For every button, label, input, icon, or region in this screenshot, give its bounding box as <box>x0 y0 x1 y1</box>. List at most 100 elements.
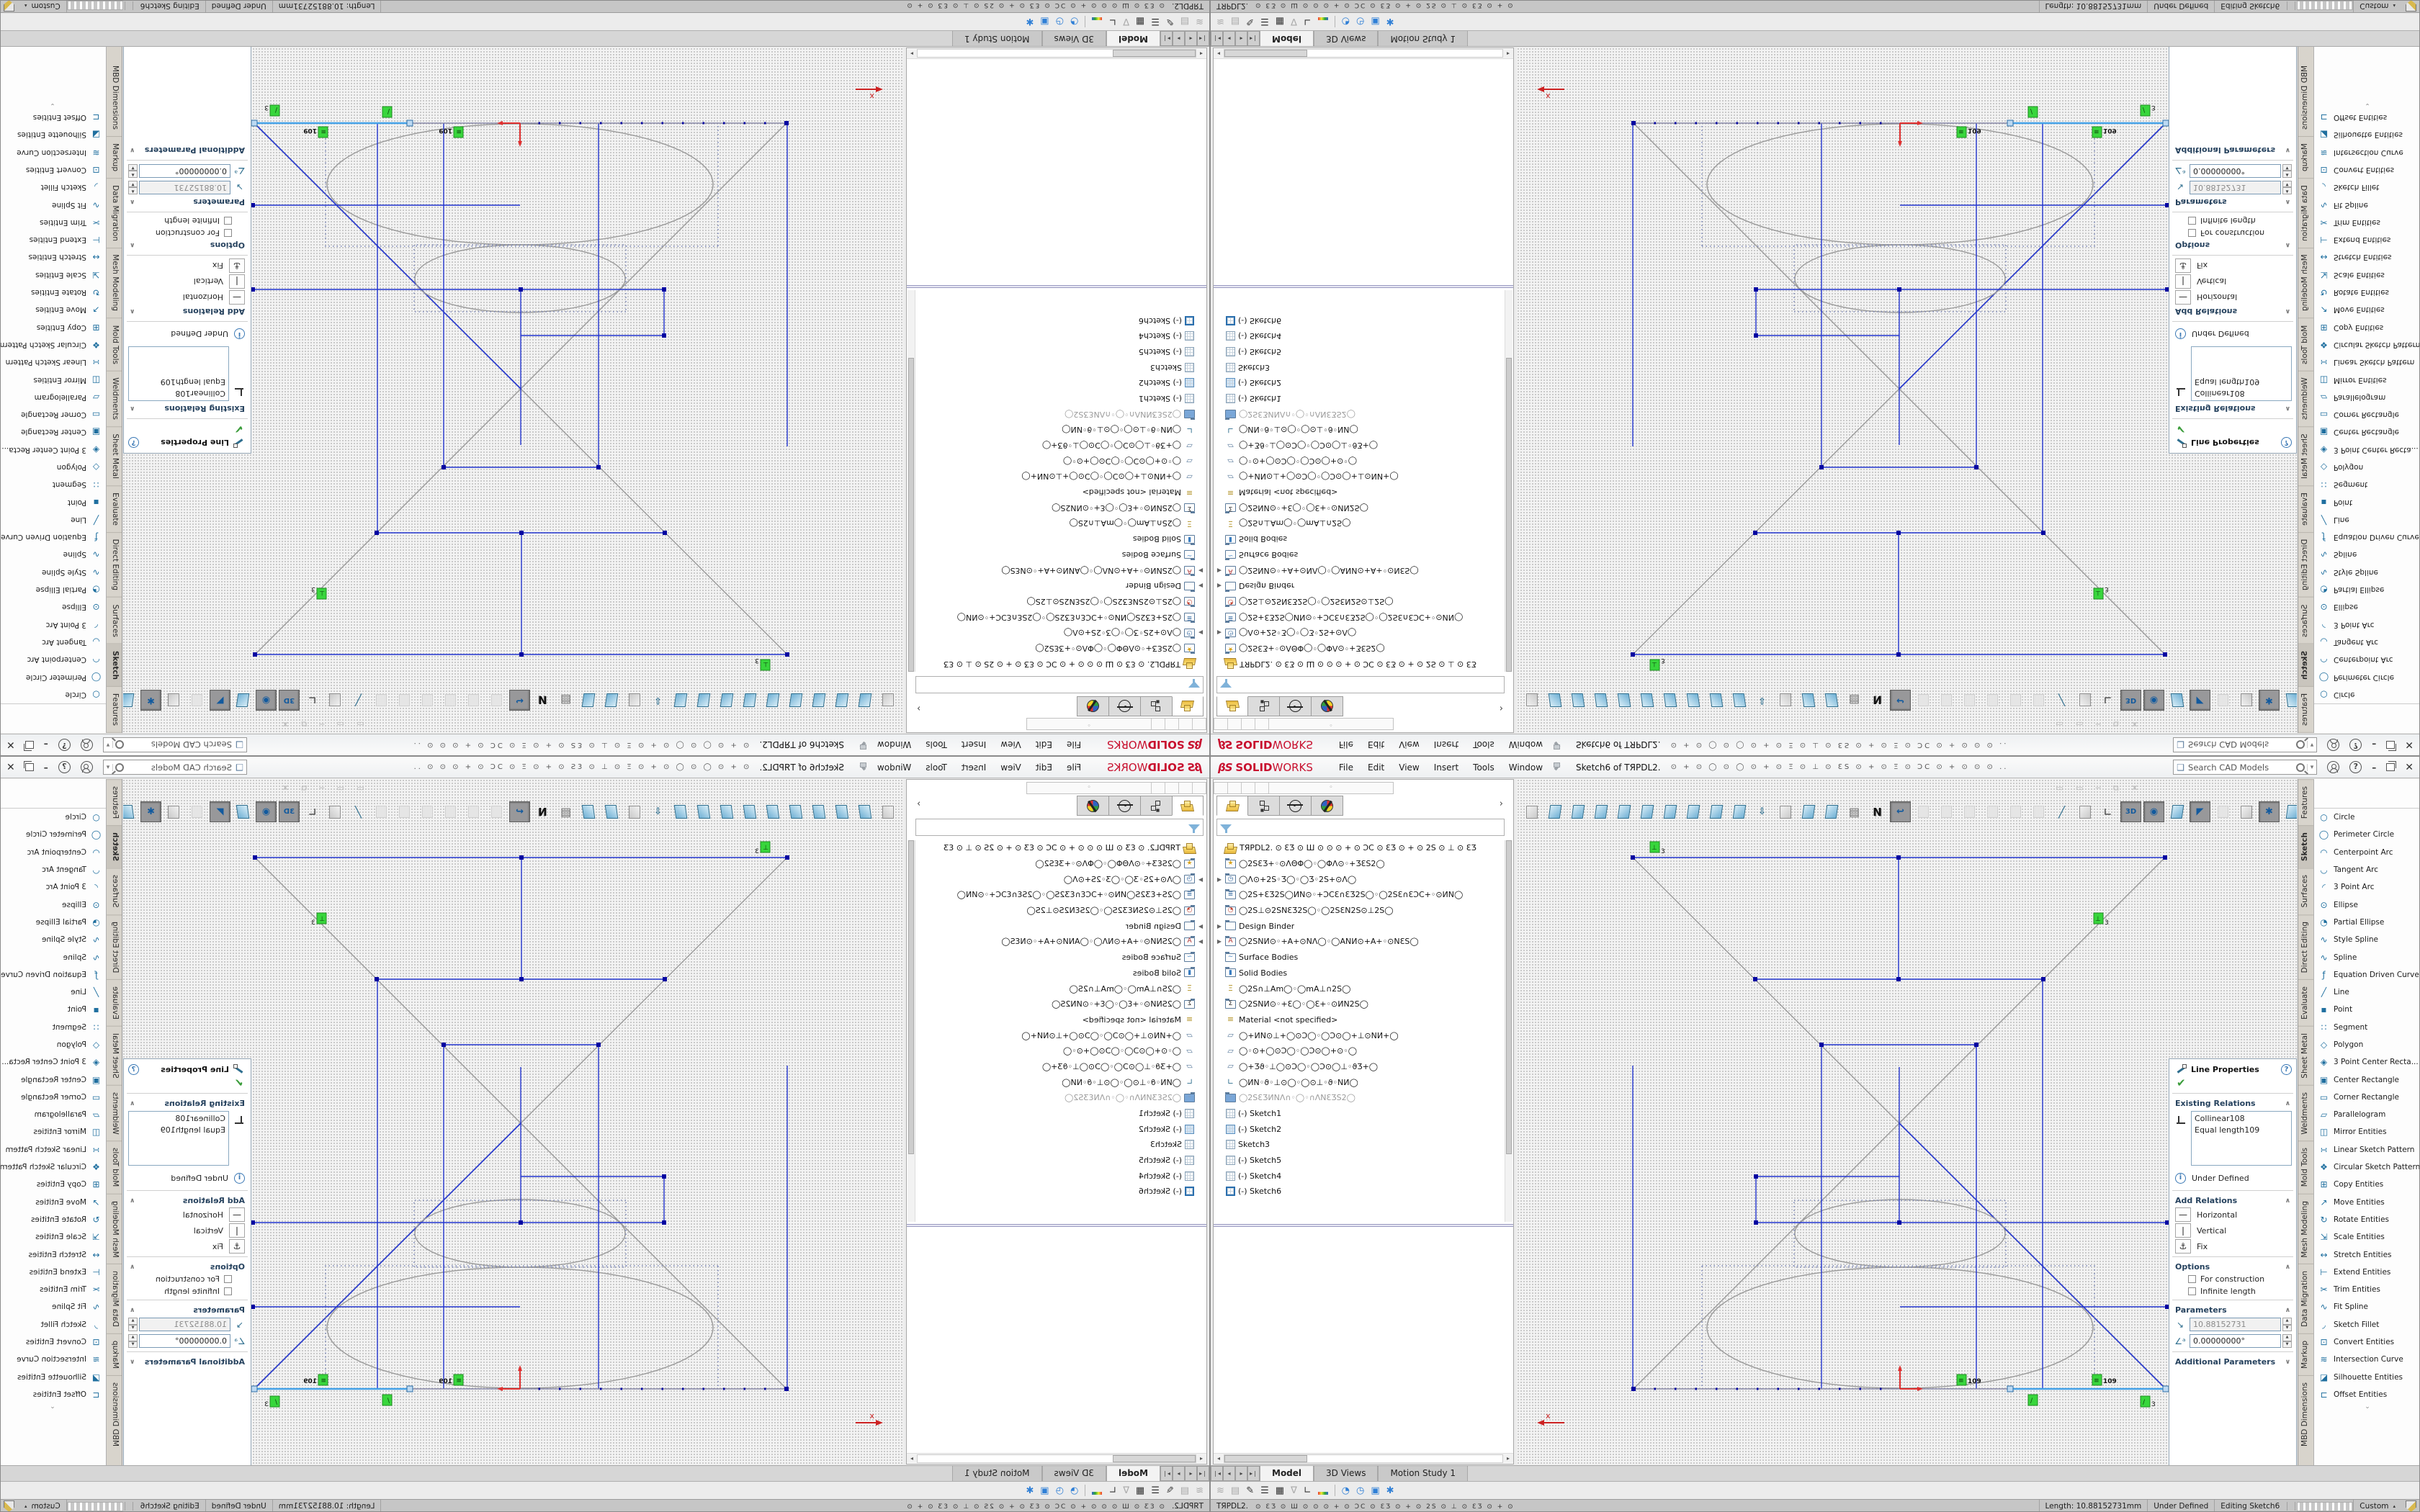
tool-perimeter-circle[interactable]: ◯Perimeter Circle <box>0 668 106 685</box>
tree-row[interactable]: (-) Sketch1 <box>917 391 1205 407</box>
timeline-nav-button[interactable]: ▸ <box>1173 31 1185 46</box>
tool-spline[interactable]: ∿Spline <box>0 948 106 966</box>
tab-overflow-arrow[interactable]: › <box>1500 798 1503 809</box>
tab-configurationmanager[interactable] <box>1108 696 1140 716</box>
tool-partial-ellipse[interactable]: ◔Partial Ellipse <box>0 914 106 931</box>
tool-linear-sketch-pattern[interactable]: ∺Linear Sketch Pattern <box>0 354 106 371</box>
tree-row[interactable]: ▱◯+Ʒϑ◦⊥◯⊙Ɔ◯◦◯Ɔ⊙◯⊥◦ϑƷ+◯ <box>1215 438 1503 454</box>
cmdtab-data-migration[interactable]: Data Migration <box>2298 179 2313 248</box>
timeline-nav-button[interactable]: ◂ <box>1185 1466 1197 1481</box>
tree-vertical-scrollbar[interactable] <box>908 290 915 672</box>
cmdtab-evaluate[interactable]: Evaluate <box>2298 486 2313 533</box>
tool-rotate-entities[interactable]: ↻Rotate Entities <box>0 284 106 301</box>
tool-offset-entities[interactable]: ⊏Offset Entities <box>0 1386 106 1403</box>
expand-arrow-icon[interactable]: ▶ <box>1196 923 1205 930</box>
selected-endpoint-handle[interactable] <box>251 120 257 126</box>
tree-row[interactable]: ∼Surface Bodies <box>917 547 1205 563</box>
tool-circle[interactable]: ○Circle <box>0 809 106 826</box>
tool-equation-driven-curve[interactable]: ƒEquation Driven Curve <box>2314 528 2420 546</box>
motion-tool-icon[interactable]: ✎ <box>1166 1485 1174 1496</box>
tool-centerpoint-arc[interactable]: ◠Centerpoint Arc <box>0 844 106 861</box>
search-caret-icon[interactable]: ▾ <box>107 742 114 749</box>
tool-fit-spline[interactable]: ∿Fit Spline <box>2314 196 2420 213</box>
cmdtab-weldments[interactable]: Weldments <box>107 372 122 428</box>
fix-relation-button[interactable]: ⚓ <box>2175 1239 2191 1254</box>
scroll-thumb[interactable] <box>1506 358 1512 672</box>
scroll-left-arrow[interactable]: ◂ <box>1214 1455 1224 1462</box>
tool-copy-entities[interactable]: ⊞Copy Entities <box>0 318 106 336</box>
tool-partial-ellipse[interactable]: ◔Partial Ellipse <box>2314 581 2420 598</box>
tree-row[interactable]: ▱◯◦⊙+◯⊙Ɔ◯◦◯Ɔ⊙◯+⊙◦◯ <box>1215 1043 1503 1059</box>
tree-row[interactable]: (-) Sketch2 <box>917 375 1205 391</box>
tree-row[interactable]: TЯPDL2. ⊙ ƐƷ ⊙ Ш ⊙ ⊙ ⊙ + ⊙ ƆC ⊙ ƐƷ ⊙ + ⊙… <box>1215 656 1503 672</box>
tool-polygon[interactable]: ◇Polygon <box>2314 1036 2420 1053</box>
doc-tab-motion-study-1[interactable]: Motion Study 1 <box>1378 31 1468 46</box>
tree-row[interactable]: ▱◯+Ʒϑ◦⊥◯⊙Ɔ◯◦◯Ɔ⊙◯⊥◦ϑƷ+◯ <box>1215 1059 1503 1075</box>
help-icon[interactable]: ? <box>2349 739 2362 751</box>
tree-row[interactable]: Sketch3 <box>1215 359 1503 375</box>
tree-row[interactable]: ≣◯2S+ƐƷ2S◯ИΝ⊙◦+ƆCƐ∩ƐƷ2S◯◦◯2SƐ∩ƐƆC+◦⊙ИΝ◯ <box>917 609 1205 625</box>
tool-silhouette-entities[interactable]: ◪Silhouette Entities <box>2314 126 2420 143</box>
tool-trim-entities[interactable]: ✂Trim Entities <box>2314 214 2420 231</box>
tool-intersection-curve[interactable]: ≋Intersection Curve <box>0 144 106 161</box>
cmdtab-sketch[interactable]: Sketch <box>107 825 122 868</box>
tree-row[interactable]: ≡Material <not specified> <box>917 485 1205 500</box>
motion-tool-icon[interactable]: ◔ <box>1070 1485 1078 1496</box>
section-parameters[interactable]: Parameters∧ <box>2169 196 2296 210</box>
tool-mirror-entities[interactable]: ◫Mirror Entities <box>0 371 106 388</box>
scroll-right-arrow[interactable]: ▸ <box>1503 1455 1513 1462</box>
tool-linear-sketch-pattern[interactable]: ∺Linear Sketch Pattern <box>2314 354 2420 371</box>
checkbox-infinite-length[interactable] <box>224 1287 232 1295</box>
tool-fit-spline[interactable]: ∿Fit Spline <box>0 1298 106 1315</box>
stepper-control[interactable]: ▲▼ <box>128 1334 138 1348</box>
menu-view[interactable]: View <box>993 760 1028 775</box>
tool-trim-entities[interactable]: ✂Trim Entities <box>2314 1281 2420 1298</box>
cmdtab-direct-editing[interactable]: Direct Editing <box>107 533 122 598</box>
timeline-nav-button[interactable]: ❘◂ <box>1197 1466 1209 1481</box>
cmdtab-mold-tools[interactable]: Mold Tools <box>107 318 122 371</box>
tool-circular-sketch-pattern[interactable]: ❖Circular Sketch Pattern <box>2314 336 2420 354</box>
sketch-diagonal-selected[interactable] <box>1899 123 2166 389</box>
sketch-diagonal-selected[interactable] <box>254 123 521 389</box>
fix-relation-button[interactable]: ⚓ <box>2175 258 2191 273</box>
tool-centerpoint-arc[interactable]: ◠Centerpoint Arc <box>2314 844 2420 861</box>
expand-arrow-icon[interactable]: ▶ <box>1196 582 1205 589</box>
tool-convert-entities[interactable]: ⊡Convert Entities <box>0 1333 106 1351</box>
tree-row[interactable]: ★◯2SƐƷ+◦⊙ΛΘΦ◯◦◯ΦΛ⊙◦+ƷƐS2◯ <box>917 856 1205 872</box>
tool-3-point-center-recta[interactable]: ◈3 Point Center Recta... <box>2314 1053 2420 1071</box>
selected-endpoint-handle[interactable] <box>2163 1386 2169 1392</box>
collapse-handle[interactable]: ◦ <box>1027 783 1151 793</box>
tree-row[interactable]: Σ◯2SΝИ⊙◦+Ɛ◯◦◯Ɛ+◦⊙ИΝ2S◯ <box>917 996 1205 1012</box>
search-icon[interactable] <box>115 741 124 750</box>
tool-move-entities[interactable]: ↗Move Entities <box>0 1194 106 1211</box>
tool-parallelogram[interactable]: ▱Parallelogram <box>0 389 106 406</box>
tab-featuremanager[interactable] <box>1172 796 1204 816</box>
motion-tool-icon[interactable]: ✎ <box>1246 17 1254 27</box>
tab-featuremanager[interactable] <box>1216 796 1248 816</box>
doc-tab-model[interactable]: Model <box>1106 31 1160 46</box>
cmdtab-mold-tools[interactable]: Mold Tools <box>2298 1140 2313 1193</box>
timeline-nav-button[interactable]: ❘◂ <box>1211 1466 1223 1481</box>
tool-ellipse[interactable]: ⊙Ellipse <box>0 598 106 616</box>
motion-tool-icon[interactable]: ▣ <box>1040 1485 1049 1496</box>
tool-extend-entities[interactable]: ⊢Extend Entities <box>0 231 106 248</box>
tab-displaymanager[interactable] <box>1077 796 1108 816</box>
cmdtab-weldments[interactable]: Weldments <box>2298 372 2313 428</box>
tool-parallelogram[interactable]: ▱Parallelogram <box>2314 389 2420 406</box>
tree-row[interactable]: ▶A◯2SΝИ⊙◦+A+⊙ΝΛ◯◦◯AΝИ⊙+A+◦⊙ΝƐS◯ <box>917 934 1205 950</box>
zoom-dropdown[interactable]: Custom▴ <box>2353 1500 2401 1512</box>
timeline-nav-button[interactable]: ◂ <box>1223 31 1235 46</box>
timeline-nav-button[interactable]: ▸ <box>1173 1466 1185 1481</box>
tool-scale-entities[interactable]: ⇲Scale Entities <box>0 266 106 284</box>
timeline-nav-button[interactable]: ▸ <box>1235 1466 1247 1481</box>
cmdtab-direct-editing[interactable]: Direct Editing <box>2298 914 2313 979</box>
menu-tools[interactable]: Tools <box>1466 738 1502 752</box>
section-existing-relations[interactable]: Existing Relations∧ <box>124 1096 251 1110</box>
tab-displaymanager[interactable] <box>1312 696 1343 716</box>
tool-3-point-center-recta[interactable]: ◈3 Point Center Recta... <box>0 1053 106 1071</box>
tool-trim-entities[interactable]: ✂Trim Entities <box>0 214 106 231</box>
tree-filter-box[interactable] <box>1216 819 1505 836</box>
timeline-nav-button[interactable]: ◂ <box>1223 1466 1235 1481</box>
tool-trim-entities[interactable]: ✂Trim Entities <box>0 1281 106 1298</box>
tool-point[interactable]: ▪Point <box>2314 1001 2420 1018</box>
